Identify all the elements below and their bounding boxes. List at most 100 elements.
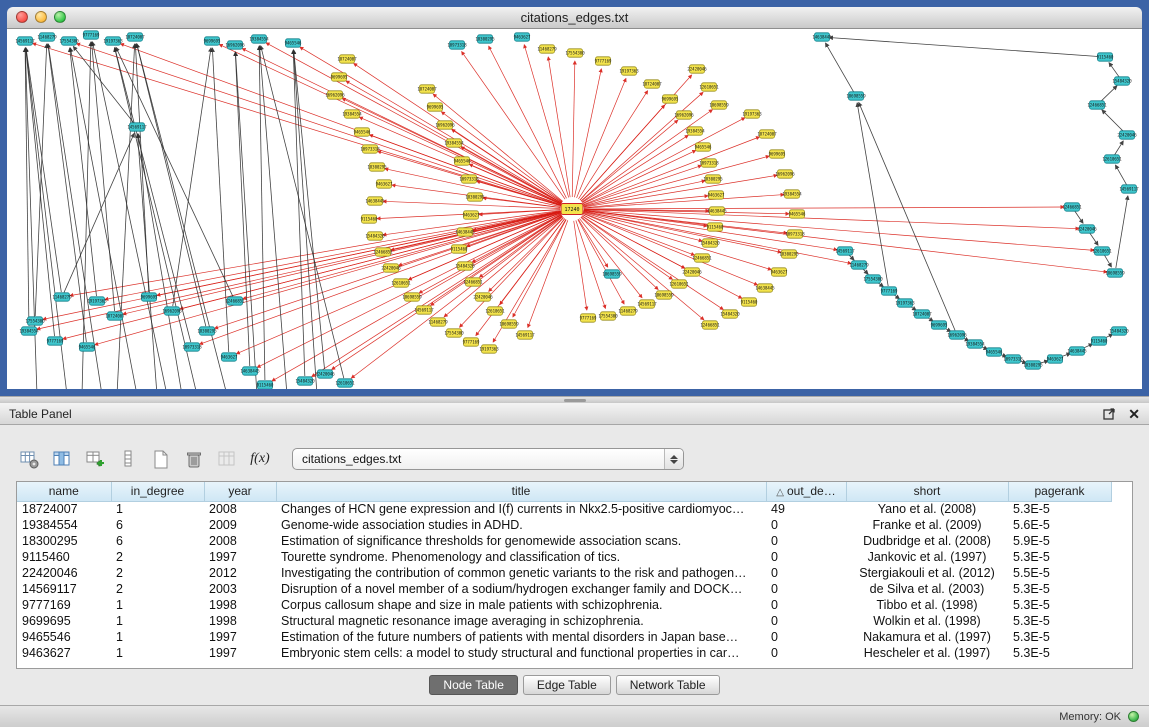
network-node[interactable]: 18300295 (475, 35, 495, 43)
network-node[interactable]: 19384554 (965, 340, 985, 348)
network-node[interactable]: 14569117 (835, 247, 855, 255)
network-node[interactable]: 22420046 (1077, 225, 1097, 233)
network-node[interactable]: 12610651 (1092, 247, 1112, 255)
network-node[interactable]: 18698559 (499, 320, 519, 328)
table-row[interactable]: 1830029562008Estimation of significance … (17, 533, 1111, 549)
network-node[interactable]: 14569117 (1119, 185, 1139, 193)
column-header-short[interactable]: short (846, 482, 1008, 501)
zoom-window-icon[interactable] (54, 11, 66, 23)
network-node[interactable]: 19384554 (249, 35, 269, 43)
network-node[interactable]: 18724007 (757, 130, 777, 138)
network-node[interactable]: 9699695 (769, 150, 786, 158)
tab-network-table[interactable]: Network Table (616, 675, 720, 695)
row-height-icon[interactable] (115, 447, 141, 471)
network-node[interactable]: 14638445 (1067, 347, 1087, 355)
network-node[interactable]: 18724007 (912, 310, 932, 318)
network-node[interactable]: 10973318 (459, 175, 479, 183)
network-node[interactable]: 9463627 (221, 353, 238, 361)
network-node[interactable]: 14569117 (515, 331, 535, 339)
network-node[interactable]: 15484320 (455, 262, 475, 270)
network-node[interactable]: 12466851 (225, 297, 245, 305)
network-node[interactable]: 16962096 (674, 111, 694, 119)
float-panel-icon[interactable] (1103, 407, 1116, 420)
network-node[interactable]: 10973318 (447, 41, 467, 49)
network-node[interactable]: 19384554 (19, 327, 39, 335)
network-node[interactable]: 14569117 (637, 300, 657, 308)
network-node[interactable]: 9115460 (451, 245, 468, 253)
network-node[interactable]: 18724007 (417, 85, 437, 93)
network-node[interactable]: 12610651 (1102, 155, 1122, 163)
function-builder-icon[interactable]: f(x) (247, 447, 273, 471)
network-node[interactable]: 16962096 (162, 307, 182, 315)
network-node[interactable]: 17554300 (863, 275, 883, 283)
network-node[interactable]: 9115460 (707, 223, 724, 231)
network-node[interactable]: 15484320 (365, 232, 385, 240)
new-file-icon[interactable] (148, 447, 174, 471)
network-node[interactable]: 19384554 (342, 110, 362, 118)
network-canvas[interactable]: 18724007 9699695 16962096 19384554 9465546 10… (7, 29, 1142, 389)
network-node[interactable]: 15484320 (720, 310, 740, 318)
network-hub-node[interactable]: 17240 (561, 204, 583, 215)
network-node[interactable]: 9463627 (1047, 355, 1064, 363)
network-node[interactable]: 14569117 (127, 123, 147, 131)
network-node[interactable]: 16962096 (775, 170, 795, 178)
column-header-in_degree[interactable]: in_degree (111, 482, 204, 501)
network-node[interactable]: 9465546 (79, 343, 96, 351)
network-node[interactable]: 9115460 (1097, 53, 1114, 61)
network-node[interactable]: 9465546 (695, 143, 712, 151)
network-node[interactable]: 9463627 (771, 268, 788, 276)
network-node[interactable]: 18300295 (703, 175, 723, 183)
table-row[interactable]: 1872400712008Changes of HCN gene express… (17, 501, 1111, 517)
network-node[interactable]: 15484320 (1109, 327, 1129, 335)
window-titlebar[interactable]: citations_edges.txt (7, 7, 1142, 29)
network-node[interactable]: 19197363 (742, 110, 762, 118)
network-node[interactable]: 10973318 (1003, 355, 1023, 363)
table-row[interactable]: 2242004622012Investigating the contribut… (17, 565, 1111, 581)
network-node[interactable]: 18300295 (197, 327, 217, 335)
table-row[interactable]: 911546021997Tourette syndrome. Phenomeno… (17, 549, 1111, 565)
network-node[interactable]: 18698559 (402, 293, 422, 301)
network-node[interactable]: 18724007 (642, 80, 662, 88)
network-node[interactable]: 18724007 (337, 55, 357, 63)
table-selector-dropdown[interactable]: citations_edges.txt (292, 448, 684, 470)
network-node[interactable]: 12610651 (485, 307, 505, 315)
network-node[interactable]: 18698559 (1105, 269, 1125, 277)
network-node[interactable]: 9463627 (708, 191, 725, 199)
network-node[interactable]: 10973318 (785, 230, 805, 238)
column-header-title[interactable]: title (276, 482, 766, 501)
network-node[interactable]: 14638445 (455, 228, 475, 236)
delete-icon[interactable] (181, 447, 207, 471)
network-node[interactable]: 12610651 (699, 83, 719, 91)
network-node[interactable]: 19197363 (895, 299, 915, 307)
network-node[interactable]: 9699695 (141, 293, 158, 301)
column-header-out_de[interactable]: △out_de… (766, 482, 846, 501)
network-node[interactable]: 9777169 (595, 57, 612, 65)
network-node[interactable]: 22420046 (682, 268, 702, 276)
network-node[interactable]: 12610651 (391, 279, 411, 287)
network-node[interactable]: 22420046 (381, 264, 401, 272)
network-node[interactable]: 9777169 (83, 31, 100, 39)
network-node[interactable]: 18300295 (779, 250, 799, 258)
table-row[interactable]: 977716911998Corpus callosum shape and si… (17, 597, 1111, 613)
network-node[interactable]: 19197363 (103, 37, 123, 45)
tab-node-table[interactable]: Node Table (429, 675, 518, 695)
network-node[interactable]: 12466851 (373, 248, 393, 256)
network-node[interactable]: 11468279 (618, 307, 638, 315)
network-node[interactable]: 12466851 (1062, 203, 1082, 211)
network-node[interactable]: 16962096 (325, 91, 345, 99)
network-node[interactable]: 10973318 (360, 145, 380, 153)
network-node[interactable]: 22420046 (1117, 131, 1137, 139)
network-node[interactable]: 16962096 (435, 121, 455, 129)
tab-edge-table[interactable]: Edge Table (523, 675, 611, 695)
network-node[interactable]: 9463627 (376, 180, 393, 188)
network-node[interactable]: 9465546 (285, 39, 302, 47)
network-node[interactable]: 18724007 (105, 312, 125, 320)
column-header-year[interactable]: year (204, 482, 276, 501)
network-node[interactable]: 18300295 (367, 163, 387, 171)
network-node[interactable]: 17554300 (565, 49, 585, 57)
table-mode-icon[interactable] (16, 447, 42, 471)
network-node[interactable]: 14638445 (755, 284, 775, 292)
network-node[interactable]: 12610651 (335, 379, 355, 387)
network-node[interactable]: 9699695 (427, 103, 444, 111)
table-row[interactable]: 946362711997Embryonic stem cells: a mode… (17, 645, 1111, 661)
